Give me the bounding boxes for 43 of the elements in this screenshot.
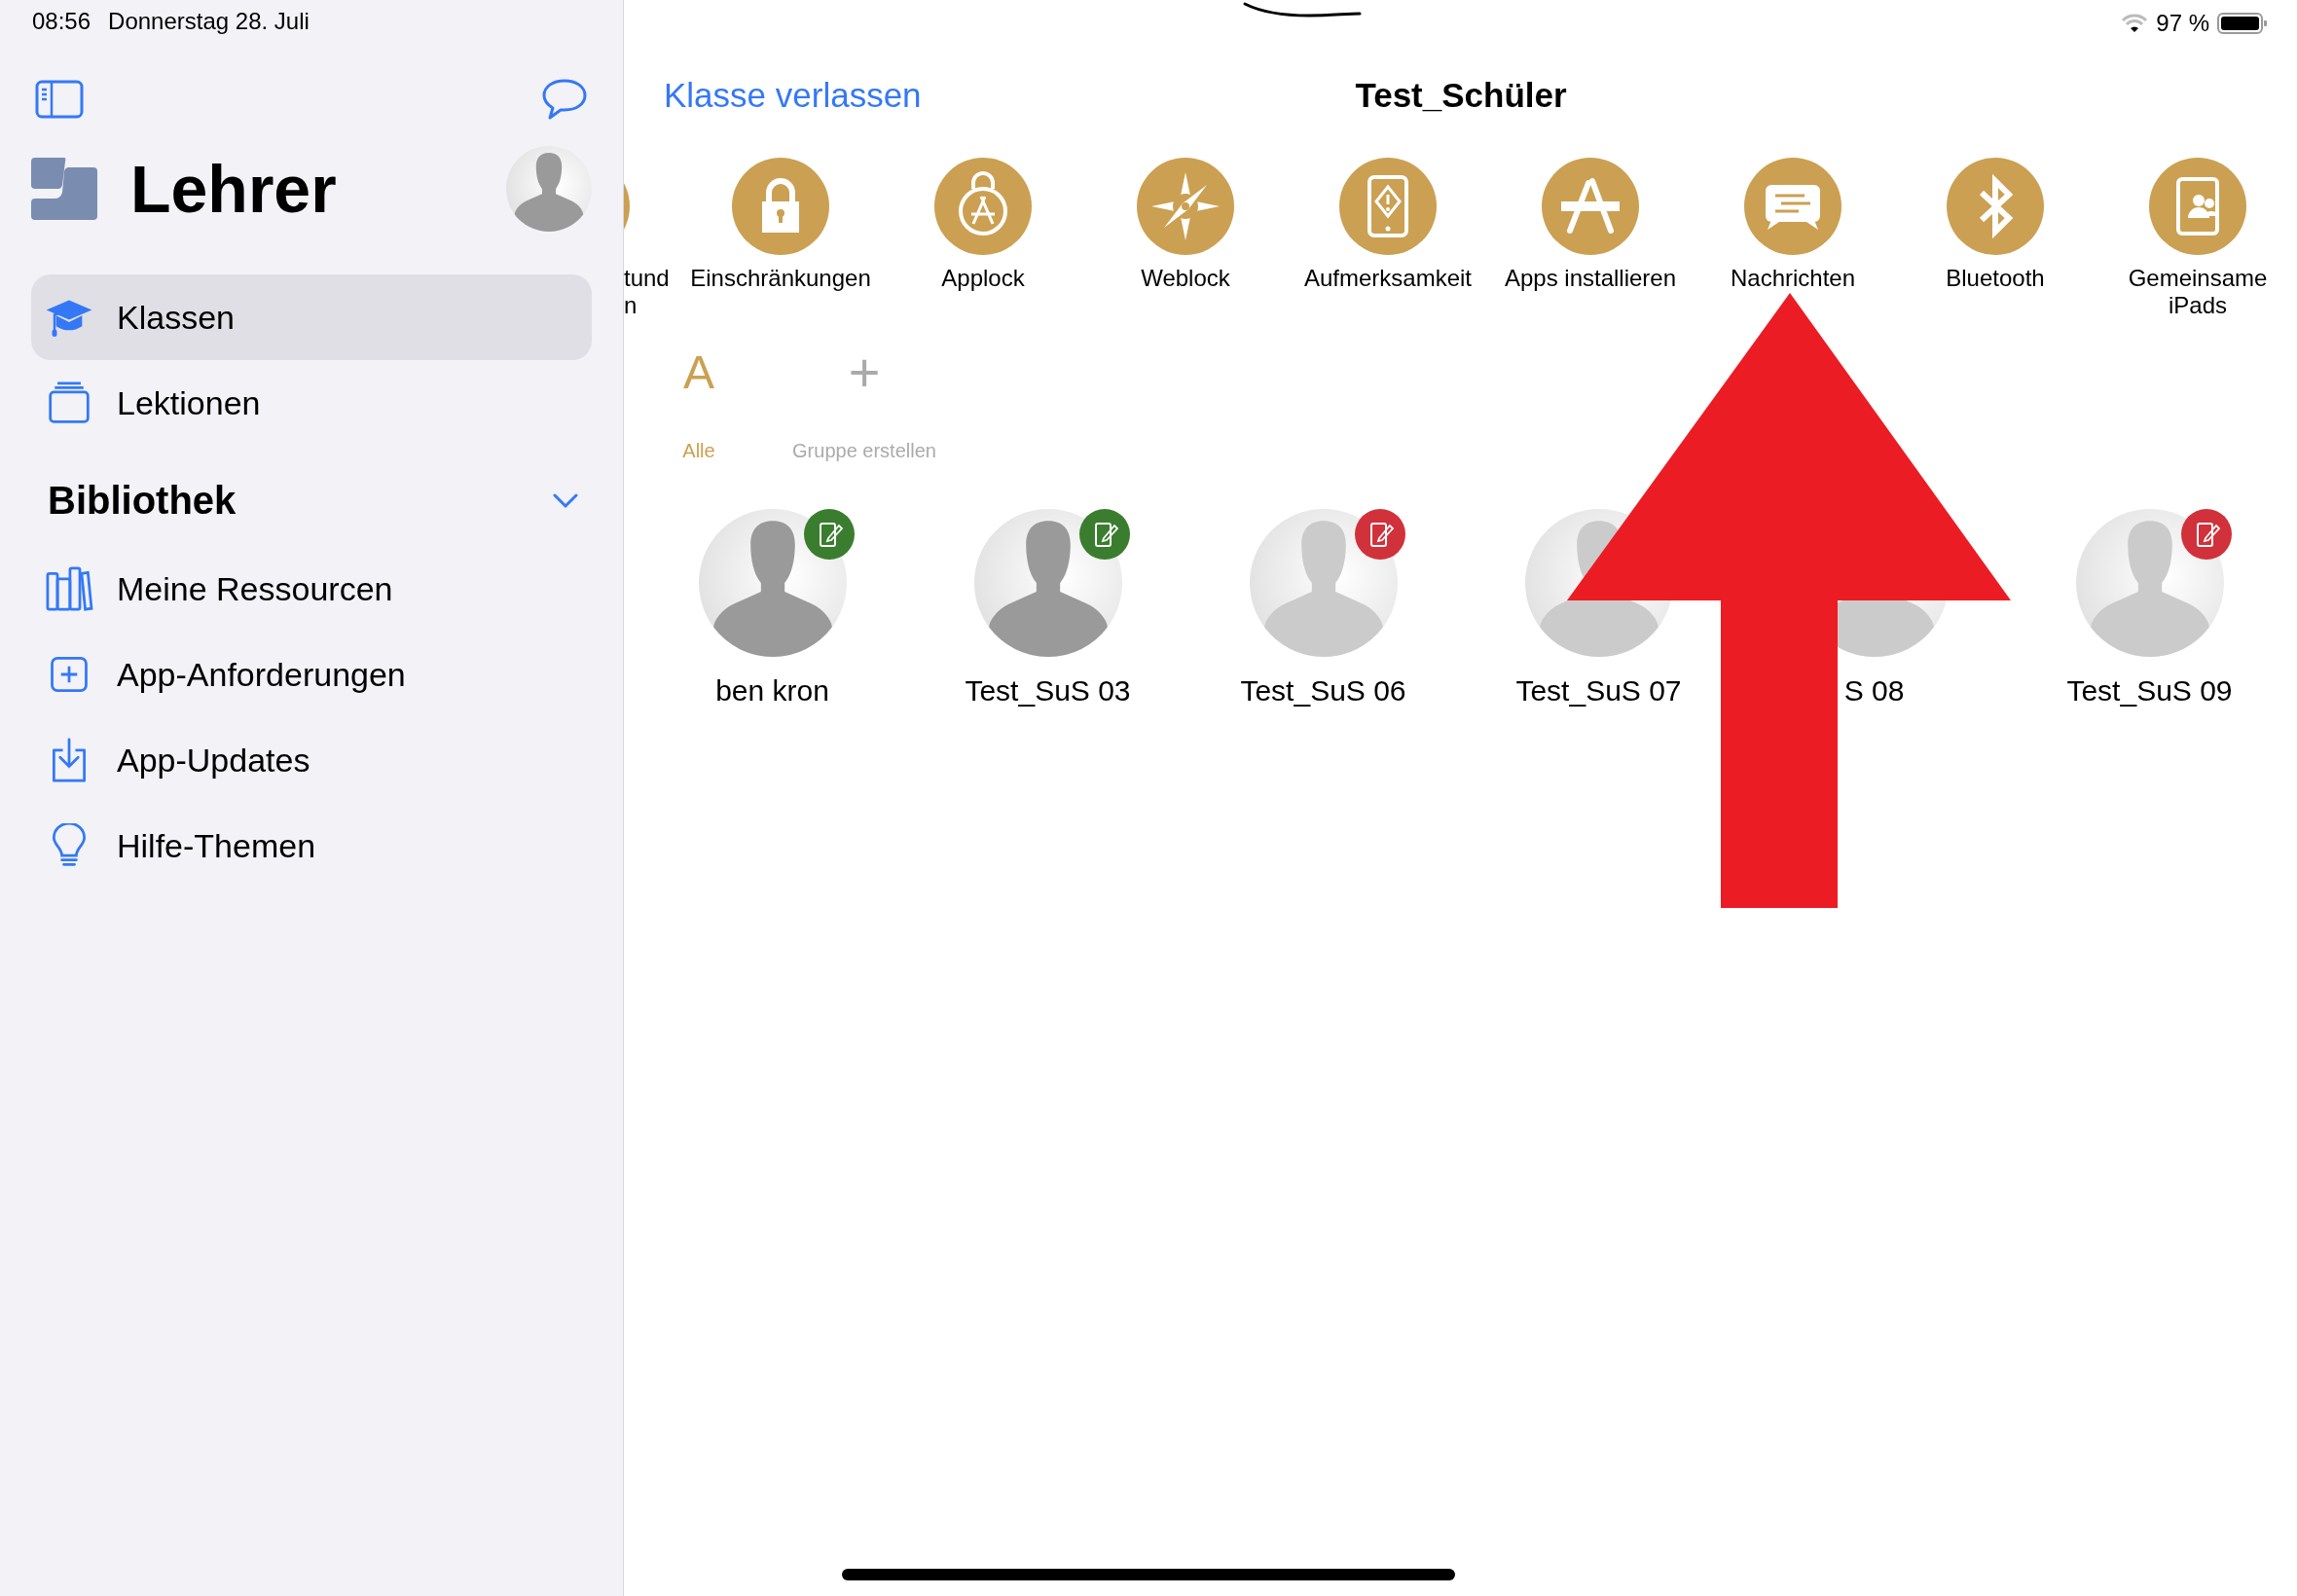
status-date: Donnerstag 28. Juli [108,8,310,36]
student-name[interactable]: ben kron [715,674,829,707]
action-label[interactable]: Apps installieren [1504,265,1677,292]
tablet-group-icon[interactable] [2149,158,2246,255]
app-logo-icon [31,158,97,220]
chat-bubble-icon[interactable] [541,78,588,121]
tablet-alert-icon[interactable] [1339,158,1437,255]
page-title: Test_Schüler [1355,76,1567,115]
section-title: Bibliothek [48,479,237,523]
sidebar-item[interactable]: Klassen [31,274,592,360]
student-name[interactable]: Test_SuS 03 [965,674,1131,707]
action-label[interactable]: Einschränkungen [690,265,871,292]
sidebar-item[interactable]: App-Anforderungen [31,632,592,717]
books-icon [45,566,93,611]
chevron-icon[interactable] [553,492,578,509]
battery-percent: 97 % [2156,10,2209,37]
wifi-icon [2121,13,2149,34]
status-time: 08:56 [32,8,91,36]
sidebar-item[interactable]: App-Updates [31,717,592,803]
student-name[interactable]: Test_SuS 07 [1515,674,1682,707]
sidebar-title: Lehrer [130,151,337,227]
sidebar-item[interactable]: Meine Ressourcen [31,546,592,632]
action-label[interactable]: Weblock [1141,265,1230,292]
action-label[interactable]: Gemeinsame iPads [2128,265,2268,319]
action-label[interactable]: Nachrichten [1730,265,1856,292]
sidebar-item[interactable]: Hilfe-Themen [31,803,592,889]
student-name[interactable]: Test_SuS 06 [1240,674,1406,707]
student-name[interactable]: Test_SuS 09 [2066,674,2233,707]
app-store-icon[interactable] [1542,158,1639,255]
message-icon[interactable] [1744,158,1841,255]
action-label[interactable]: tund n [624,265,670,319]
sidebar-toggle-icon[interactable] [35,80,84,119]
student-name[interactable]: S 08 [1843,674,1905,707]
app-lock-icon[interactable] [934,158,1032,255]
action-label[interactable]: Bluetooth [1946,265,2045,292]
action-label[interactable]: Aufmerksamkeit [1303,265,1472,292]
bluetooth-icon[interactable] [1947,158,2044,255]
back-link[interactable]: Klasse verlassen [664,76,922,115]
lock-icon[interactable] [732,158,829,255]
sidebar-item[interactable]: Lektionen [31,360,592,446]
compass-icon[interactable] [1137,158,1234,255]
battery-icon [2217,12,2268,35]
action-label[interactable]: Applock [941,265,1025,292]
